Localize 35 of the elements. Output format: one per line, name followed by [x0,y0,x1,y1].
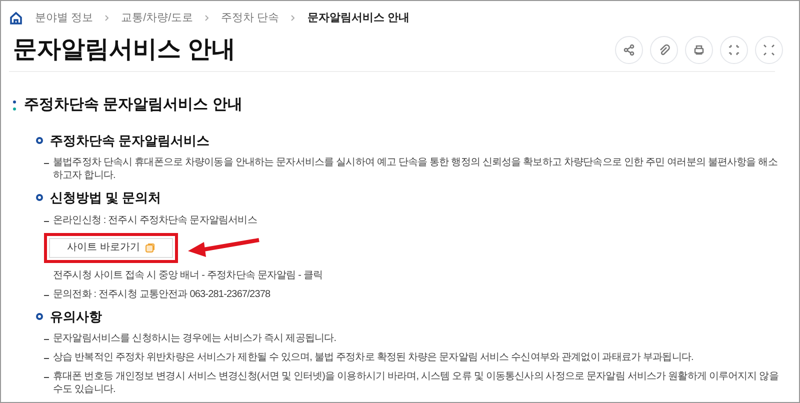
page-title: 문자알림서비스 안내 [13,35,236,65]
breadcrumb-link[interactable]: 주정차 단속 [221,10,280,26]
bullet-dash [44,377,49,378]
body-text: 문의전화 : 전주시청 교통안전과 063-281-2367/2378 [53,288,270,300]
subsection-title: 신청방법 및 문의처 [50,189,162,207]
body-text: 불법주정차 단속시 휴대폰으로 차량이동을 안내하는 문자서비스를 실시하여 예고 단속을 통한 행정의 신뢰성을 확보하고 차량단속으로 인한 주민 여러분의 불편사항을 해소하고자 합니다. [53,156,778,182]
breadcrumb-link[interactable]: 분야별 정보 [35,10,94,26]
ring-icon [36,194,43,202]
subsection-title: 주정차단속 문자알림서비스 [50,132,210,150]
bullet-dash [44,220,49,222]
ring-icon [36,136,43,144]
chevron-icon [291,15,296,21]
bullet-dash [44,339,49,340]
body-text: 전주시청 사이트 접속 시 중앙 배너 - 주정차단속 문자알림 - 클릭 [53,268,324,282]
subsection-title: 유의사항 [50,308,102,326]
body-text: 상습 반복적인 주정차 위반차량은 서비스가 제한될 수 있으며, 불법 주정차로 확정된 차량은 문자알림 서비스 수신여부와 관계없이 과태료가 부과됩니다. [53,351,694,364]
bullet-dash [44,358,49,359]
chevron-icon [105,15,110,21]
copy-icon [144,242,155,252]
section-title: 주정차단속 문자알림서비스 안내 [24,95,242,115]
paperclip-icon[interactable] [650,36,678,64]
breadcrumb-link[interactable]: 교통/차량/도로 [121,10,194,26]
ring-icon [36,312,43,320]
print-icon[interactable] [685,36,713,64]
bullet-dash [44,294,49,296]
body-text: 온라인신청 : 전주시 주정차단속 문자알림서비스 [53,214,257,226]
site-link-button[interactable]: 사이트 바로가기 [49,238,173,258]
colon-icon [13,100,16,111]
bullet-dash [44,163,49,164]
body-text: 문자알림서비스를 신청하시는 경우에는 서비스가 즉시 제공됩니다. [53,332,336,345]
chevron-icon [205,15,210,21]
home-icon[interactable] [9,11,23,25]
share-icon[interactable] [615,36,643,64]
body-text: 휴대폰 번호등 개인정보 변경시 서비스 변경신청(서면 및 인터넷)을 이용하시기 바라며, 시스템 오류 및 이동통신사의 사정으로 문자알림 서비스가 원활하게 이루어지지 않을 수도 있습니다. [53,370,779,396]
breadcrumb-link[interactable]: 문자알림서비스 안내 [307,10,410,26]
